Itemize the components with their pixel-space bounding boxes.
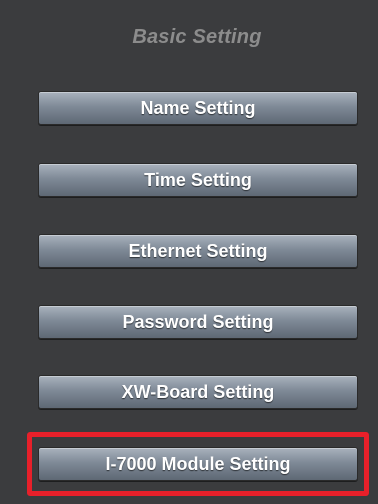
basic-setting-panel: Basic Setting Name Setting Time Setting … [0, 0, 378, 504]
i7000-module-setting-label: I-7000 Module Setting [105, 454, 291, 474]
xw-board-setting-label: XW-Board Setting [121, 382, 275, 402]
xw-board-setting-button[interactable]: XW-Board Setting [38, 375, 358, 409]
name-setting-label: Name Setting [140, 98, 256, 118]
ethernet-setting-button[interactable]: Ethernet Setting [38, 234, 358, 268]
panel-title: Basic Setting [132, 26, 262, 48]
time-setting-label: Time Setting [144, 170, 252, 190]
name-setting-button[interactable]: Name Setting [38, 91, 358, 125]
ethernet-setting-label: Ethernet Setting [128, 241, 268, 261]
i7000-module-setting-button[interactable]: I-7000 Module Setting [38, 447, 358, 481]
password-setting-button[interactable]: Password Setting [38, 305, 358, 339]
password-setting-label: Password Setting [122, 312, 274, 332]
time-setting-button[interactable]: Time Setting [38, 163, 358, 197]
